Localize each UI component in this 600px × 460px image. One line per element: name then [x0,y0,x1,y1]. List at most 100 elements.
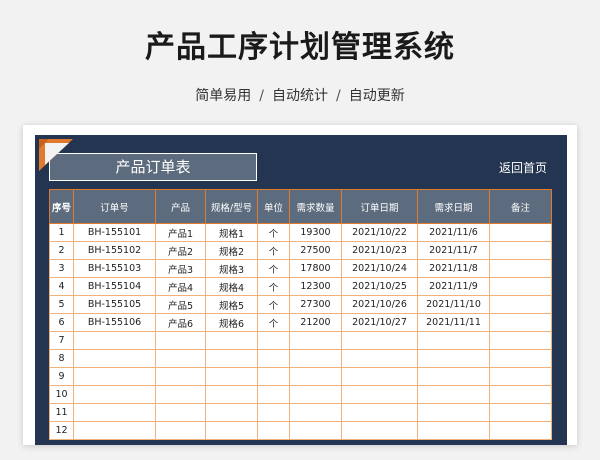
table-cell[interactable] [73,331,156,350]
table-cell[interactable]: 个 [257,295,290,314]
table-cell[interactable] [73,421,156,440]
table-cell[interactable]: 产品1 [155,223,206,242]
table-cell[interactable]: 2021/11/10 [417,295,490,314]
table-cell[interactable] [341,331,418,350]
table-cell[interactable]: 10 [49,385,74,404]
table-cell[interactable] [73,367,156,386]
table-cell[interactable]: 2021/10/26 [341,295,418,314]
table-cell[interactable] [489,403,552,422]
table-cell[interactable] [289,403,342,422]
table-cell[interactable]: 产品4 [155,277,206,296]
table-cell[interactable] [341,367,418,386]
table-cell[interactable]: BH-155106 [73,313,156,332]
table-cell[interactable]: 规格6 [205,313,258,332]
table-cell[interactable] [205,367,258,386]
table-cell[interactable] [489,223,552,242]
table-cell[interactable]: 3 [49,259,74,278]
table-cell[interactable] [257,349,290,368]
table-cell[interactable] [489,385,552,404]
table-cell[interactable]: 2021/10/25 [341,277,418,296]
table-cell[interactable] [489,295,552,314]
table-cell[interactable] [417,385,490,404]
table-cell[interactable] [257,421,290,440]
table-cell[interactable]: 2021/11/7 [417,241,490,260]
table-cell[interactable] [73,349,156,368]
table-cell[interactable] [155,385,206,404]
table-cell[interactable] [289,331,342,350]
table-cell[interactable]: 个 [257,313,290,332]
table-cell[interactable]: 规格2 [205,241,258,260]
table-cell[interactable] [257,331,290,350]
table-cell[interactable] [417,367,490,386]
table-cell[interactable] [289,385,342,404]
table-cell[interactable]: 2021/11/9 [417,277,490,296]
table-cell[interactable]: BH-155102 [73,241,156,260]
table-cell[interactable]: 2021/11/6 [417,223,490,242]
table-cell[interactable]: 2 [49,241,74,260]
table-cell[interactable] [417,349,490,368]
return-home-link[interactable]: 返回首页 [499,159,547,176]
table-cell[interactable]: 21200 [289,313,342,332]
table-cell[interactable] [489,331,552,350]
table-cell[interactable] [341,349,418,368]
table-cell[interactable]: 9 [49,367,74,386]
table-cell[interactable]: 个 [257,259,290,278]
table-cell[interactable]: 12300 [289,277,342,296]
table-cell[interactable] [73,403,156,422]
table-cell[interactable]: 2021/10/24 [341,259,418,278]
table-cell[interactable]: 17800 [289,259,342,278]
table-cell[interactable] [257,385,290,404]
table-cell[interactable] [341,385,418,404]
table-cell[interactable] [489,367,552,386]
table-cell[interactable] [205,421,258,440]
table-cell[interactable]: BH-155101 [73,223,156,242]
table-cell[interactable] [489,259,552,278]
table-cell[interactable] [257,403,290,422]
table-cell[interactable] [155,331,206,350]
table-cell[interactable] [155,367,206,386]
table-cell[interactable] [489,277,552,296]
table-cell[interactable]: 5 [49,295,74,314]
table-cell[interactable]: 2021/11/8 [417,259,490,278]
table-cell[interactable] [341,403,418,422]
table-cell[interactable] [417,331,490,350]
table-cell[interactable]: 产品6 [155,313,206,332]
table-cell[interactable]: 个 [257,223,290,242]
table-cell[interactable]: 2021/10/23 [341,241,418,260]
table-cell[interactable]: 27500 [289,241,342,260]
table-cell[interactable] [155,403,206,422]
table-cell[interactable]: 产品2 [155,241,206,260]
table-cell[interactable]: 2021/10/27 [341,313,418,332]
table-cell[interactable] [289,349,342,368]
table-cell[interactable] [489,421,552,440]
table-cell[interactable] [155,421,206,440]
table-cell[interactable]: 19300 [289,223,342,242]
table-cell[interactable]: 11 [49,403,74,422]
table-cell[interactable] [155,349,206,368]
table-cell[interactable]: 6 [49,313,74,332]
table-cell[interactable] [341,421,418,440]
table-cell[interactable]: BH-155104 [73,277,156,296]
table-cell[interactable] [205,385,258,404]
table-cell[interactable]: 4 [49,277,74,296]
table-cell[interactable] [489,349,552,368]
table-cell[interactable]: 1 [49,223,74,242]
table-cell[interactable] [289,421,342,440]
table-cell[interactable] [205,349,258,368]
table-cell[interactable] [417,421,490,440]
table-cell[interactable]: 产品3 [155,259,206,278]
table-cell[interactable] [205,331,258,350]
table-cell[interactable]: 个 [257,277,290,296]
table-cell[interactable] [257,367,290,386]
table-cell[interactable] [289,367,342,386]
table-cell[interactable]: 2021/10/22 [341,223,418,242]
table-cell[interactable]: BH-155105 [73,295,156,314]
table-cell[interactable] [205,403,258,422]
table-cell[interactable]: 12 [49,421,74,440]
table-cell[interactable] [489,313,552,332]
table-cell[interactable]: 产品5 [155,295,206,314]
table-cell[interactable]: 规格4 [205,277,258,296]
table-cell[interactable]: 规格1 [205,223,258,242]
table-cell[interactable]: BH-155103 [73,259,156,278]
table-cell[interactable]: 2021/11/11 [417,313,490,332]
